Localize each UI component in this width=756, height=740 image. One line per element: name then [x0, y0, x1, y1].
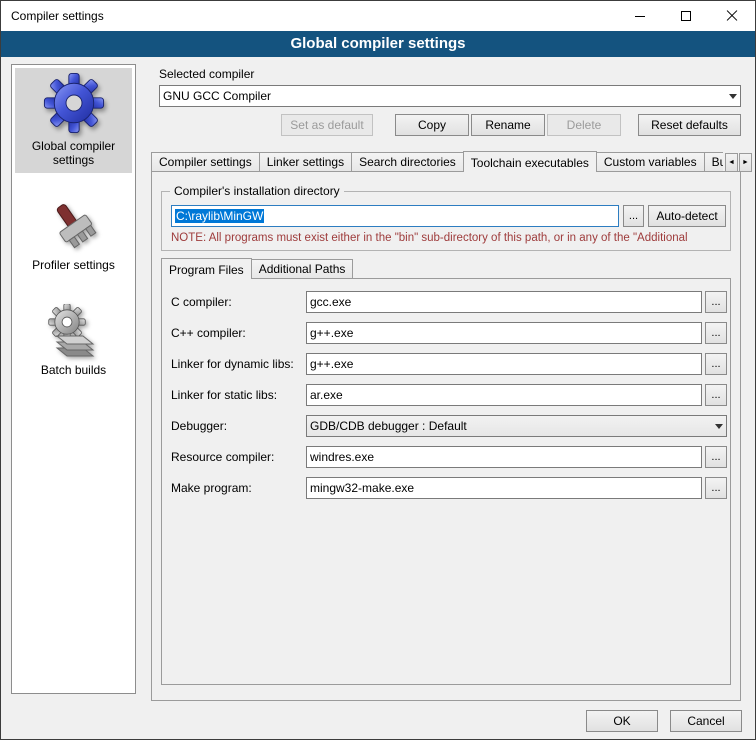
compiler-select[interactable]: GNU GCC Compiler [159, 85, 741, 107]
close-icon [726, 10, 738, 22]
c-compiler-input[interactable]: gcc.exe [306, 291, 702, 313]
linker-dynamic-input[interactable]: g++.exe [306, 353, 702, 375]
window-controls [617, 1, 755, 31]
sidebar-item-label: Global compiler settings [17, 139, 130, 167]
copy-button[interactable]: Copy [395, 114, 469, 136]
cancel-button[interactable]: Cancel [670, 710, 742, 732]
resource-compiler-value: windres.exe [310, 450, 374, 464]
linker-static-label: Linker for static libs: [171, 388, 306, 402]
close-button[interactable] [709, 1, 755, 31]
cpp-compiler-input[interactable]: g++.exe [306, 322, 702, 344]
maximize-button[interactable] [663, 1, 709, 31]
selected-compiler-label: Selected compiler [159, 67, 254, 81]
tab-toolchain-executables[interactable]: Toolchain executables [463, 151, 597, 172]
c-compiler-browse-button[interactable]: ... [705, 291, 727, 313]
make-program-value: mingw32-make.exe [310, 481, 414, 495]
tab-compiler-settings[interactable]: Compiler settings [151, 152, 260, 171]
titlebar: Compiler settings [1, 1, 755, 31]
maximize-icon [681, 11, 691, 21]
installation-directory-browse-button[interactable]: ... [623, 205, 644, 227]
linker-static-value: ar.exe [310, 388, 343, 402]
field-row-linker-dynamic: Linker for dynamic libs: g++.exe ... [171, 353, 727, 375]
sidebar-item-label: Batch builds [17, 363, 130, 377]
field-row-linker-static: Linker for static libs: ar.exe ... [171, 384, 727, 406]
window-title: Compiler settings [1, 9, 104, 23]
cpp-compiler-value: g++.exe [310, 326, 353, 340]
chevron-down-icon [715, 424, 723, 429]
tab-custom-variables[interactable]: Custom variables [596, 152, 705, 171]
blue-gear-icon [43, 72, 105, 86]
settings-tabstrip: Compiler settings Linker settings Search… [151, 151, 723, 172]
tab-build-options[interactable]: Build options [704, 152, 723, 171]
batch-builds-gear-icon [47, 304, 101, 318]
installation-directory-group-title: Compiler's installation directory [170, 184, 344, 198]
resource-compiler-browse-button[interactable]: ... [705, 446, 727, 468]
c-compiler-label: C compiler: [171, 295, 306, 309]
linker-static-input[interactable]: ar.exe [306, 384, 702, 406]
linker-dynamic-label: Linker for dynamic libs: [171, 357, 306, 371]
resource-compiler-input[interactable]: windres.exe [306, 446, 702, 468]
program-files-tabstrip: Program Files Additional Paths [161, 258, 481, 279]
make-program-label: Make program: [171, 481, 306, 495]
linker-static-browse-button[interactable]: ... [705, 384, 727, 406]
tab-scroll-left-button[interactable]: ◄ [725, 153, 738, 172]
field-row-cpp-compiler: C++ compiler: g++.exe ... [171, 322, 727, 344]
dialog-header: Global compiler settings [1, 31, 755, 57]
profiler-tool-icon [47, 199, 101, 213]
ok-button[interactable]: OK [586, 710, 658, 732]
installation-directory-value: C:\raylib\MinGW [175, 209, 264, 223]
installation-directory-input[interactable]: C:\raylib\MinGW [171, 205, 619, 227]
tab-additional-paths[interactable]: Additional Paths [251, 259, 354, 278]
sidebar-item-label: Profiler settings [17, 258, 130, 272]
debugger-value: GDB/CDB debugger : Default [310, 419, 467, 433]
cpp-compiler-label: C++ compiler: [171, 326, 306, 340]
tab-search-directories[interactable]: Search directories [351, 152, 464, 171]
compiler-select-value: GNU GCC Compiler [163, 89, 271, 103]
reset-defaults-button[interactable]: Reset defaults [638, 114, 741, 136]
debugger-label: Debugger: [171, 419, 306, 433]
make-program-browse-button[interactable]: ... [705, 477, 727, 499]
field-row-c-compiler: C compiler: gcc.exe ... [171, 291, 727, 313]
make-program-input[interactable]: mingw32-make.exe [306, 477, 702, 499]
toolchain-fields: C compiler: gcc.exe ... C++ compiler: g+… [171, 291, 727, 508]
delete-button: Delete [547, 114, 621, 136]
debugger-select[interactable]: GDB/CDB debugger : Default [306, 415, 727, 437]
chevron-down-icon [729, 94, 737, 99]
minimize-button[interactable] [617, 1, 663, 31]
linker-dynamic-browse-button[interactable]: ... [705, 353, 727, 375]
field-row-resource-compiler: Resource compiler: windres.exe ... [171, 446, 727, 468]
compiler-settings-window: Compiler settings Global compiler settin… [0, 0, 756, 740]
resource-compiler-label: Resource compiler: [171, 450, 306, 464]
minimize-icon [635, 16, 645, 17]
sidebar: Global compiler settings Profiler settin… [11, 64, 136, 694]
linker-dynamic-value: g++.exe [310, 357, 353, 371]
installation-note: NOTE: All programs must exist either in … [171, 232, 725, 244]
c-compiler-value: gcc.exe [310, 295, 351, 309]
sidebar-item-profiler-settings[interactable]: Profiler settings [15, 195, 132, 278]
tab-program-files[interactable]: Program Files [161, 258, 252, 279]
tab-scroll-right-button[interactable]: ► [739, 153, 752, 172]
sidebar-item-batch-builds[interactable]: Batch builds [15, 300, 132, 383]
installation-directory-group: Compiler's installation directory C:\ray… [161, 191, 731, 251]
field-row-debugger: Debugger: GDB/CDB debugger : Default [171, 415, 727, 437]
cpp-compiler-browse-button[interactable]: ... [705, 322, 727, 344]
field-row-make-program: Make program: mingw32-make.exe ... [171, 477, 727, 499]
sidebar-item-global-compiler-settings[interactable]: Global compiler settings [15, 68, 132, 173]
set-as-default-button: Set as default [281, 114, 373, 136]
rename-button[interactable]: Rename [471, 114, 545, 136]
auto-detect-button[interactable]: Auto-detect [648, 205, 726, 227]
tab-linker-settings[interactable]: Linker settings [259, 152, 352, 171]
